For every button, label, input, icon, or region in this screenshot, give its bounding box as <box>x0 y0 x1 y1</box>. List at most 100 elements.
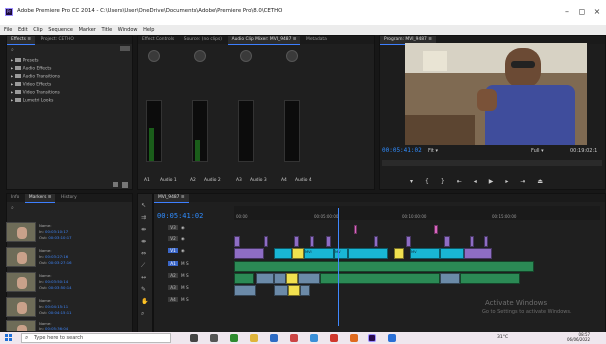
task-view-icon[interactable] <box>210 334 218 342</box>
pan-knob[interactable] <box>148 50 160 62</box>
menu-edit[interactable]: Edit <box>18 27 28 33</box>
menu-sequence[interactable]: Sequence <box>48 27 73 33</box>
tab-markers[interactable]: Markers ≡ <box>24 194 56 203</box>
quality-dropdown[interactable]: Full ▾ <box>531 148 544 154</box>
delete-icon[interactable] <box>122 182 128 188</box>
mail-icon[interactable] <box>310 334 318 342</box>
app-icon[interactable] <box>388 334 396 342</box>
step-back-icon[interactable]: ◂ <box>474 178 489 185</box>
menu-window[interactable]: Window <box>118 27 138 33</box>
close-button[interactable]: × <box>590 6 604 18</box>
chrome-icon[interactable] <box>230 334 238 342</box>
audio-clip[interactable] <box>300 285 310 296</box>
audio-clip[interactable] <box>440 273 460 284</box>
in-timecode[interactable]: 00:03:50:14 <box>45 279 68 284</box>
timeline-clip[interactable] <box>294 236 299 247</box>
out-timecode[interactable]: 00:04:15:11 <box>48 310 71 315</box>
go-to-in-icon[interactable]: ⇤ <box>457 178 474 185</box>
taskbar-clock[interactable]: 08:57 06/06/2022 <box>567 332 590 342</box>
step-forward-icon[interactable]: ▸ <box>505 178 520 185</box>
audio-clip[interactable] <box>234 273 254 284</box>
audio-clip[interactable] <box>460 273 520 284</box>
add-marker-icon[interactable]: ▾ <box>410 178 425 185</box>
track-header-a3[interactable]: A3 M S <box>168 285 232 295</box>
tab-metadata[interactable]: Metadata <box>302 36 331 44</box>
timeline-clip[interactable] <box>434 225 438 234</box>
mute-icon[interactable]: M S <box>181 273 189 278</box>
pan-knob[interactable] <box>194 50 206 62</box>
timeline-clip[interactable] <box>464 248 492 259</box>
effects-tree-video-effects[interactable]: ▸ Video Effects <box>11 82 51 88</box>
timeline-clip[interactable] <box>484 236 488 247</box>
store-icon[interactable] <box>270 334 278 342</box>
track-header-v1[interactable]: V1 ◉ <box>168 248 232 258</box>
timeline-clip[interactable] <box>394 248 404 259</box>
track-header-a1[interactable]: A1 M S <box>168 261 232 271</box>
timeline-clip[interactable] <box>326 236 331 247</box>
timeline-clip[interactable] <box>374 236 378 247</box>
timeline-clip[interactable] <box>406 236 411 247</box>
track-select-tool-icon[interactable]: ⇉ <box>141 214 146 221</box>
time-ruler[interactable]: 00:00 00:05:00:00 00:10:00:00 00:15:00:0… <box>234 206 600 220</box>
track-header-v2[interactable]: V2 ◉ <box>168 236 232 246</box>
tab-audio-clip-mixer[interactable]: Audio Clip Mixer: MVI_9487 ≡ <box>227 36 301 45</box>
audio-clip[interactable] <box>274 285 288 296</box>
marker-item[interactable]: Name: In: 00:04:15:11 Out: 00:04:15:11 <box>6 297 126 319</box>
rolling-edit-tool-icon[interactable]: ⇼ <box>141 238 146 245</box>
rate-stretch-tool-icon[interactable]: ⇔ <box>141 250 146 257</box>
marker-item[interactable]: Name: In: 00:03:10:17 Out: 00:03:10:17 <box>6 222 126 244</box>
search-icon[interactable]: ⌕ <box>11 47 14 53</box>
slip-tool-icon[interactable]: ↔ <box>141 274 146 281</box>
menu-file[interactable]: File <box>4 27 12 33</box>
program-video-frame[interactable] <box>405 43 587 145</box>
mute-icon[interactable]: M S <box>181 261 189 266</box>
program-scrub-bar[interactable] <box>382 160 602 166</box>
timeline-clip[interactable]: MV <box>334 248 348 259</box>
timeline-clip[interactable] <box>354 225 357 234</box>
pen-tool-icon[interactable]: ✎ <box>141 286 146 293</box>
play-icon[interactable]: ▶ <box>489 178 506 185</box>
audio-clip[interactable] <box>274 273 286 284</box>
tab-effect-controls[interactable]: Effect Controls <box>138 36 178 44</box>
mute-icon[interactable]: M S <box>181 297 189 302</box>
in-timecode[interactable]: 00:03:27:16 <box>45 254 68 259</box>
track-header-v3[interactable]: V3 ◉ <box>168 225 232 235</box>
mute-icon[interactable]: M S <box>181 285 189 290</box>
minimize-button[interactable]: – <box>560 6 574 18</box>
mark-out-icon[interactable]: } <box>441 178 457 185</box>
timeline-clip[interactable] <box>444 236 450 247</box>
maximize-button[interactable]: ◻ <box>575 6 589 18</box>
premiere-taskbar-icon[interactable] <box>368 334 376 342</box>
marker-item[interactable]: Name: In: 00:03:50:14 Out: 00:03:50:14 <box>6 272 126 294</box>
out-timecode[interactable]: 00:03:50:14 <box>48 285 71 290</box>
search-icon[interactable]: ⌕ <box>11 205 14 211</box>
out-timecode[interactable]: 00:03:10:17 <box>48 235 71 240</box>
tab-effects[interactable]: Effects ≡ <box>7 36 35 45</box>
new-bin-icon[interactable] <box>120 46 130 51</box>
pan-knob[interactable] <box>240 50 252 62</box>
timeline-timecode[interactable]: 00:05:41:02 <box>157 212 203 220</box>
effects-tree-lumetri-looks[interactable]: ▸ Lumetri Looks <box>11 98 53 104</box>
timeline-clip[interactable] <box>440 248 464 259</box>
tab-source[interactable]: Source: (no clips) <box>180 36 226 44</box>
in-timecode[interactable]: 00:04:15:11 <box>45 304 68 309</box>
tab-sequence[interactable]: MVI_9487 ≡ <box>154 194 189 203</box>
tab-info[interactable]: Info <box>7 194 23 202</box>
menu-help[interactable]: Help <box>143 27 154 33</box>
go-to-out-icon[interactable]: ⇥ <box>520 178 537 185</box>
audio-clip[interactable] <box>256 273 274 284</box>
effects-tree-presets[interactable]: ▸ Presets <box>11 58 39 64</box>
timeline-clip[interactable] <box>292 248 304 259</box>
effects-tree-video-transitions[interactable]: ▸ Video Transitions <box>11 90 60 96</box>
timeline-clip[interactable]: MV <box>410 248 440 259</box>
menu-title[interactable]: Title <box>101 27 112 33</box>
razor-tool-icon[interactable]: ⟋ <box>141 262 145 270</box>
eye-icon[interactable]: ◉ <box>181 236 185 241</box>
effects-tree-audio-transitions[interactable]: ▸ Audio Transitions <box>11 74 60 80</box>
file-explorer-icon[interactable] <box>250 334 258 342</box>
taskbar-search-input[interactable]: ⌕ Type here to search <box>21 333 171 343</box>
audio-clip[interactable] <box>298 273 320 284</box>
timeline-clip[interactable] <box>264 236 268 247</box>
playhead[interactable] <box>338 208 339 326</box>
fit-dropdown[interactable]: Fit ▾ <box>428 148 438 154</box>
